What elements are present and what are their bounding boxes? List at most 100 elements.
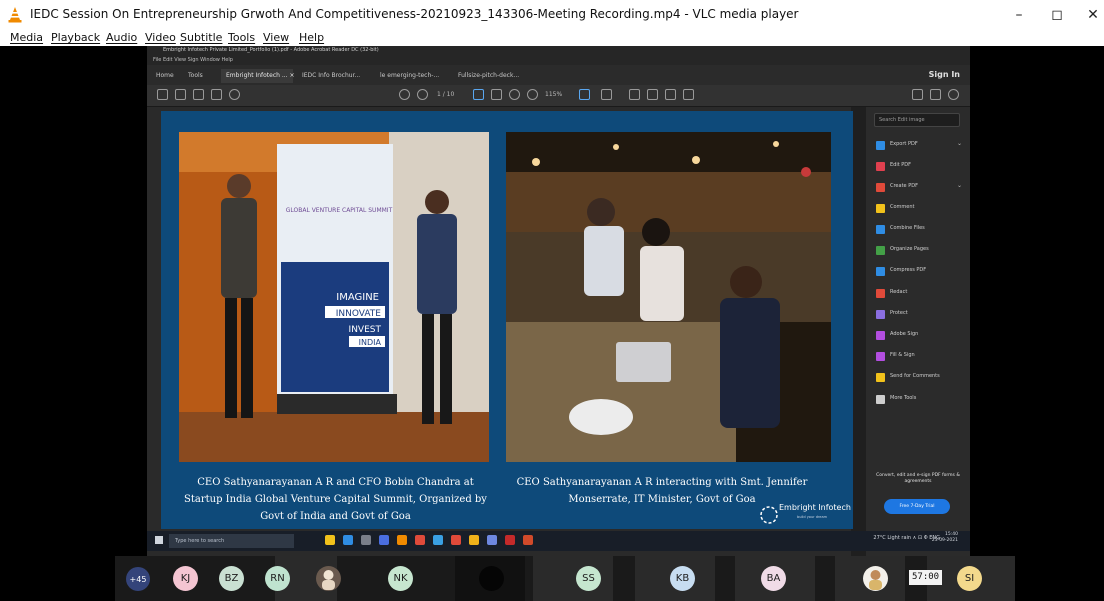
zoom-in-icon[interactable] — [527, 89, 538, 100]
explorer-icon[interactable] — [325, 535, 335, 545]
participant-avatar-kb[interactable]: KB — [670, 566, 695, 591]
acrobat-toolbar: 1 / 10 115% — [147, 85, 970, 107]
tab-tools[interactable]: Tools — [183, 69, 208, 83]
mail-icon[interactable] — [379, 535, 389, 545]
participant-avatar-rn[interactable]: RN — [265, 566, 290, 591]
video-area[interactable]: Embright Infotech Private Limited_Portfo… — [0, 46, 1104, 601]
menu-bar: Media Playback Audio Video Subtitle Tool… — [0, 30, 1104, 46]
meeting-timer: 57:00 — [909, 570, 943, 585]
tab-iedc[interactable]: IEDC Info Brochur... — [297, 69, 365, 83]
free-trial-button[interactable]: Free 7-Day Trial — [884, 499, 950, 514]
participant-tile — [533, 556, 613, 601]
tab-home[interactable]: Home — [151, 69, 179, 83]
hand-icon[interactable] — [491, 89, 502, 100]
fit-page-icon[interactable] — [579, 89, 590, 100]
participant-avatar-ba[interactable]: BA — [761, 566, 786, 591]
acrobat-taskbar-icon[interactable] — [505, 535, 515, 545]
taskbar-search-input[interactable]: Type here to search — [169, 534, 294, 548]
edge-icon[interactable] — [343, 535, 353, 545]
acrobat-tabs: Home Tools Embright Infotech ... × IEDC … — [147, 65, 970, 85]
participant-avatar-nk[interactable]: NK — [388, 566, 413, 591]
tool-organize-pages[interactable]: Organize Pages — [876, 244, 966, 258]
tool-export-pdf[interactable]: Export PDF ⌄ — [876, 139, 966, 153]
tool-send-for-comments[interactable]: Send for Comments — [876, 371, 966, 385]
photo-minister-meeting — [506, 132, 831, 462]
tool-fill-sign[interactable]: Fill & Sign — [876, 350, 966, 364]
chrome-icon[interactable] — [433, 535, 443, 545]
search-icon[interactable] — [229, 89, 240, 100]
upload-icon[interactable] — [193, 89, 204, 100]
sign-icon[interactable] — [665, 89, 676, 100]
tool-comment[interactable]: Comment — [876, 202, 966, 216]
zoom-out-icon[interactable] — [509, 89, 520, 100]
save-icon[interactable] — [157, 89, 168, 100]
window-titlebar: IEDC Session On Entrepreneurship Grwoth … — [0, 0, 1104, 30]
tool-icon — [876, 352, 885, 361]
pen-icon[interactable] — [647, 89, 658, 100]
participant-photo-avatar[interactable] — [316, 566, 341, 591]
next-page-icon[interactable] — [417, 89, 428, 100]
menu-view[interactable]: View — [263, 31, 289, 44]
tool-create-pdf[interactable]: Create PDF ⌄ — [876, 181, 966, 195]
tab-pitch-deck[interactable]: Fullsize-pitch-deck... — [453, 69, 524, 83]
overflow-participants-button[interactable]: +45 — [126, 567, 150, 591]
tool-more-tools[interactable]: More Tools — [876, 393, 966, 407]
tool-redact[interactable]: Redact — [876, 287, 966, 301]
app-last-icon[interactable] — [523, 535, 533, 545]
minimize-button[interactable]: – — [1004, 4, 1034, 26]
chevron-down-icon[interactable]: ⌄ — [957, 182, 962, 189]
menu-playback[interactable]: Playback — [51, 31, 100, 44]
comment-icon[interactable] — [629, 89, 640, 100]
poster-line-india: INDIA — [359, 338, 382, 347]
tool-label: Fill & Sign — [890, 352, 915, 358]
tab-emerging-tech[interactable]: le emerging-tech-... — [375, 69, 444, 83]
menu-subtitle[interactable]: Subtitle — [180, 31, 222, 44]
participant-avatar-ss[interactable]: SS — [576, 566, 601, 591]
print-icon[interactable] — [211, 89, 222, 100]
maximize-button[interactable]: ◻ — [1042, 4, 1072, 26]
close-button[interactable]: ✕ — [1078, 4, 1104, 26]
acrobat-titlebar: Embright Infotech Private Limited_Portfo… — [147, 46, 970, 57]
share-right-icon[interactable] — [912, 89, 923, 100]
sign-in-link[interactable]: Sign In — [929, 70, 960, 79]
tool-edit-pdf[interactable]: Edit PDF — [876, 160, 966, 174]
tool-icon — [876, 162, 885, 171]
comments-panel-icon[interactable] — [930, 89, 941, 100]
shared-screen: Embright Infotech Private Limited_Portfo… — [147, 46, 970, 556]
logo-text: Embright Infotech — [779, 503, 851, 512]
participant-avatar-si[interactable]: SI — [957, 566, 982, 591]
share-icon[interactable] — [683, 89, 694, 100]
app-red-icon[interactable] — [415, 535, 425, 545]
menu-audio[interactable]: Audio — [106, 31, 137, 44]
zoom-level[interactable]: 115% — [545, 91, 562, 98]
app-blue-icon[interactable] — [487, 535, 497, 545]
star-icon[interactable] — [175, 89, 186, 100]
menu-help[interactable]: Help — [299, 31, 324, 44]
tool-compress-pdf[interactable]: Compress PDF — [876, 265, 966, 279]
chevron-down-icon[interactable]: ⌄ — [957, 140, 962, 147]
participant-photo-avatar-2[interactable] — [863, 566, 888, 591]
windows-start-icon[interactable] — [155, 536, 163, 544]
app-yellow-icon[interactable] — [469, 535, 479, 545]
app-orange-icon[interactable] — [451, 535, 461, 545]
select-icon[interactable] — [473, 89, 484, 100]
vlc-taskbar-icon[interactable] — [397, 535, 407, 545]
tool-protect[interactable]: Protect — [876, 308, 966, 322]
tab-embright[interactable]: Embright Infotech ... × — [221, 69, 295, 83]
participant-dark-avatar[interactable] — [479, 566, 504, 591]
help-icon[interactable] — [948, 89, 959, 100]
tool-label: Adobe Sign — [890, 331, 919, 337]
tool-label: Combine Files — [890, 225, 925, 231]
tools-search-input[interactable]: Search Edit image — [874, 113, 960, 127]
participant-avatar-bz[interactable]: BZ — [219, 566, 244, 591]
menu-tools[interactable]: Tools — [228, 31, 255, 44]
settings-icon[interactable] — [361, 535, 371, 545]
tool-combine-files[interactable]: Combine Files — [876, 223, 966, 237]
prev-page-icon[interactable] — [399, 89, 410, 100]
system-tray[interactable]: 27°C Light rain ∧ ⊡ Φ ENG — [873, 535, 940, 541]
participant-avatar-kj[interactable]: KJ — [173, 566, 198, 591]
menu-video[interactable]: Video — [145, 31, 176, 44]
scroll-mode-icon[interactable] — [601, 89, 612, 100]
tool-adobe-sign[interactable]: Adobe Sign — [876, 329, 966, 343]
menu-media[interactable]: Media — [10, 31, 43, 44]
